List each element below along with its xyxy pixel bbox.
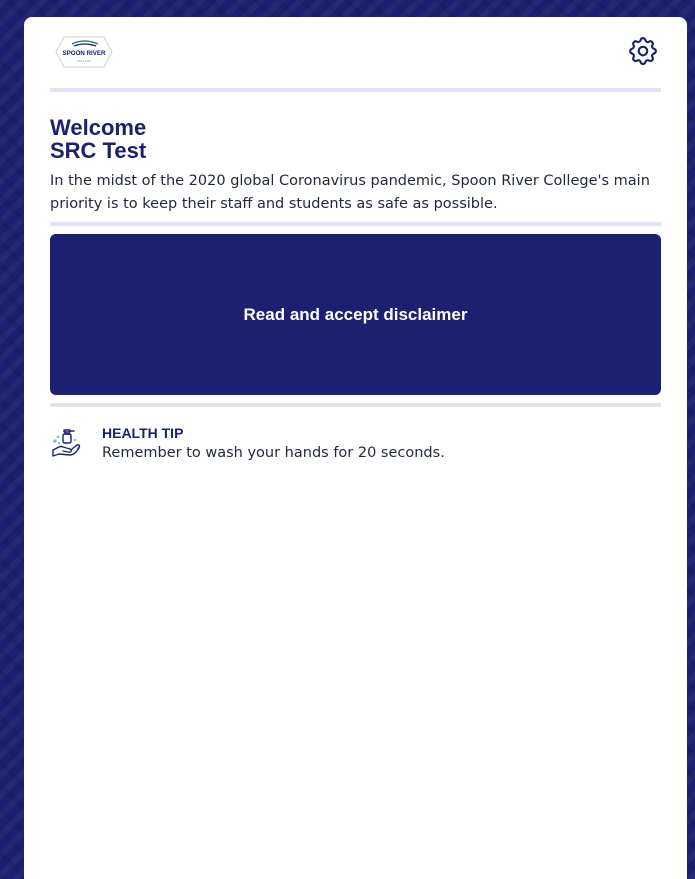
hand-wash-icon [52,429,81,457]
main-card: SPOON RIVER COLLEGE Welcome SRC Test In … [24,17,687,879]
settings-button[interactable] [625,33,661,69]
user-name: SRC Test [50,138,147,163]
svg-text:COLLEGE: COLLEGE [77,59,91,63]
health-tip-title: HEALTH TIP [102,425,184,441]
welcome-section: Welcome SRC Test In the midst of the 202… [50,92,661,216]
health-tip-text: Remember to wash your hands for 20 secon… [102,445,445,461]
intro-divider [50,222,661,226]
intro-text: In the midst of the 2020 global Coronavi… [50,173,650,212]
page-title: Welcome SRC Test [50,116,661,162]
disclaimer-divider [50,403,661,407]
welcome-heading: Welcome [50,115,147,140]
header: SPOON RIVER COLLEGE [50,17,661,88]
college-logo: SPOON RIVER COLLEGE [55,36,113,68]
svg-text:SPOON RIVER: SPOON RIVER [63,50,107,57]
health-tip: HEALTH TIP Remember to wash your hands f… [50,423,661,463]
gear-icon [629,37,657,66]
accept-disclaimer-button[interactable]: Read and accept disclaimer [50,234,661,395]
